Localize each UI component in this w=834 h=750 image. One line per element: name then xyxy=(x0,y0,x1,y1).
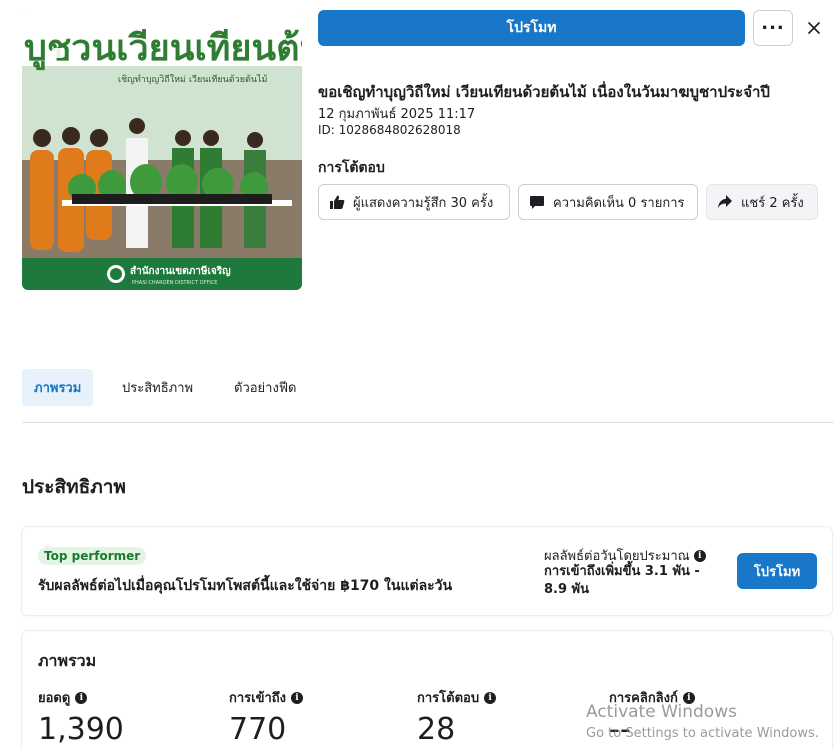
promote-post-button[interactable]: โปรโมท xyxy=(737,553,817,589)
reactions-label: ผู้แสดงความรู้สึก 30 ครั้ง xyxy=(353,195,494,211)
comments-label: ความคิดเห็น 0 รายการ xyxy=(553,195,685,211)
thumbs-up-icon xyxy=(330,195,345,209)
info-icon[interactable]: i xyxy=(484,691,497,704)
top-performer-message: รับผลลัพธ์ต่อไปเมื่อคุณโปรโมทโพสต์นี้และ… xyxy=(38,578,453,594)
metric-label: ยอดดู xyxy=(38,691,71,706)
metric-label: การคลิกลิงก์ xyxy=(609,691,678,706)
post-thumbnail[interactable]: บูชวนเวียนเทียนต้นไ เชิญทำบุญวิถีใหม่ เว… xyxy=(22,10,302,290)
tab-overview[interactable]: ภาพรวม xyxy=(22,369,94,406)
post-title: ขอเชิญทำบุญวิถีใหม่ เวียนเทียนด้วยต้นไม้… xyxy=(318,83,770,101)
post-date: 12 กุมภาพันธ์ 2025 11:17 xyxy=(318,107,476,122)
top-performer-badge: Top performer xyxy=(38,547,147,565)
overview-card: ภาพรวม ยอดดู i 1,390 การเข้าถึง i 770 การโ… xyxy=(22,631,832,750)
info-icon[interactable]: i xyxy=(693,549,706,562)
top-performer-card: Top performer รับผลลัพธ์ต่อไปเมื่อคุณโปร… xyxy=(22,527,832,615)
shares-button[interactable]: แชร์ 2 ครั้ง xyxy=(706,184,818,220)
metric-interactions: การโต้ตอบ i 28 xyxy=(417,687,497,747)
interactions-heading: การโต้ตอบ xyxy=(318,160,385,176)
thumbnail-footer-text: สำนักงานเขตภาษีเจริญ xyxy=(130,265,231,277)
metric-value: -- xyxy=(609,712,631,747)
metric-reach: การเข้าถึง i 770 xyxy=(229,687,304,747)
metric-label: การโต้ตอบ xyxy=(417,691,480,706)
comment-icon xyxy=(530,196,544,209)
thumbnail-banner-subtitle: เชิญทำบุญวิถีใหม่ เวียนเทียนด้วยต้นไม้ xyxy=(118,74,268,85)
thumbnail-footer-subtext: PHASI CHAROEN DISTRICT OFFICE xyxy=(132,280,217,286)
metric-label: การเข้าถึง xyxy=(229,691,287,706)
reactions-button[interactable]: ผู้แสดงความรู้สึก 30 ครั้ง xyxy=(318,184,510,220)
post-insights-panel: บูชวนเวียนเทียนต้นไ เชิญทำบุญวิถีใหม่ เว… xyxy=(0,0,834,750)
comments-button[interactable]: ความคิดเห็น 0 รายการ xyxy=(518,184,698,220)
close-icon xyxy=(808,22,820,34)
metric-views: ยอดดู i 1,390 xyxy=(38,687,124,747)
thumbnail-banner-text: บูชวนเวียนเทียนต้นไ xyxy=(24,26,302,71)
promote-button[interactable]: โปรโมท xyxy=(318,10,745,46)
overview-title: ภาพรวม xyxy=(38,651,97,670)
post-id: ID: 1028684802628018 xyxy=(318,123,461,137)
metric-value: 28 xyxy=(417,712,456,747)
metric-link-clicks: การคลิกลิงก์ i -- xyxy=(609,687,695,747)
close-button[interactable] xyxy=(802,14,826,42)
tab-performance[interactable]: ประสิทธิภาพ xyxy=(110,369,205,406)
more-options-button[interactable]: ... xyxy=(753,10,793,46)
post-thumbnail-image: บูชวนเวียนเทียนต้นไ เชิญทำบุญวิถีใหม่ เว… xyxy=(22,10,302,290)
performance-section-title: ประสิทธิภาพ xyxy=(22,476,126,498)
metric-value: 1,390 xyxy=(38,712,124,747)
tab-feed-preview[interactable]: ตัวอย่างฟีด xyxy=(222,369,308,406)
share-arrow-icon xyxy=(718,195,732,208)
estimate-value: การเข้าถึงเพิ่มขึ้น 3.1 พัน - 8.9 พัน xyxy=(544,564,700,597)
shares-label: แชร์ 2 ครั้ง xyxy=(741,195,804,211)
info-icon[interactable]: i xyxy=(682,691,695,704)
more-horizontal-icon: ... xyxy=(761,13,785,34)
info-icon[interactable]: i xyxy=(291,691,304,704)
insights-tabs: ภาพรวม ประสิทธิภาพ ตัวอย่างฟีด xyxy=(22,369,834,423)
info-icon[interactable]: i xyxy=(75,691,88,704)
metric-value: 770 xyxy=(229,712,287,747)
